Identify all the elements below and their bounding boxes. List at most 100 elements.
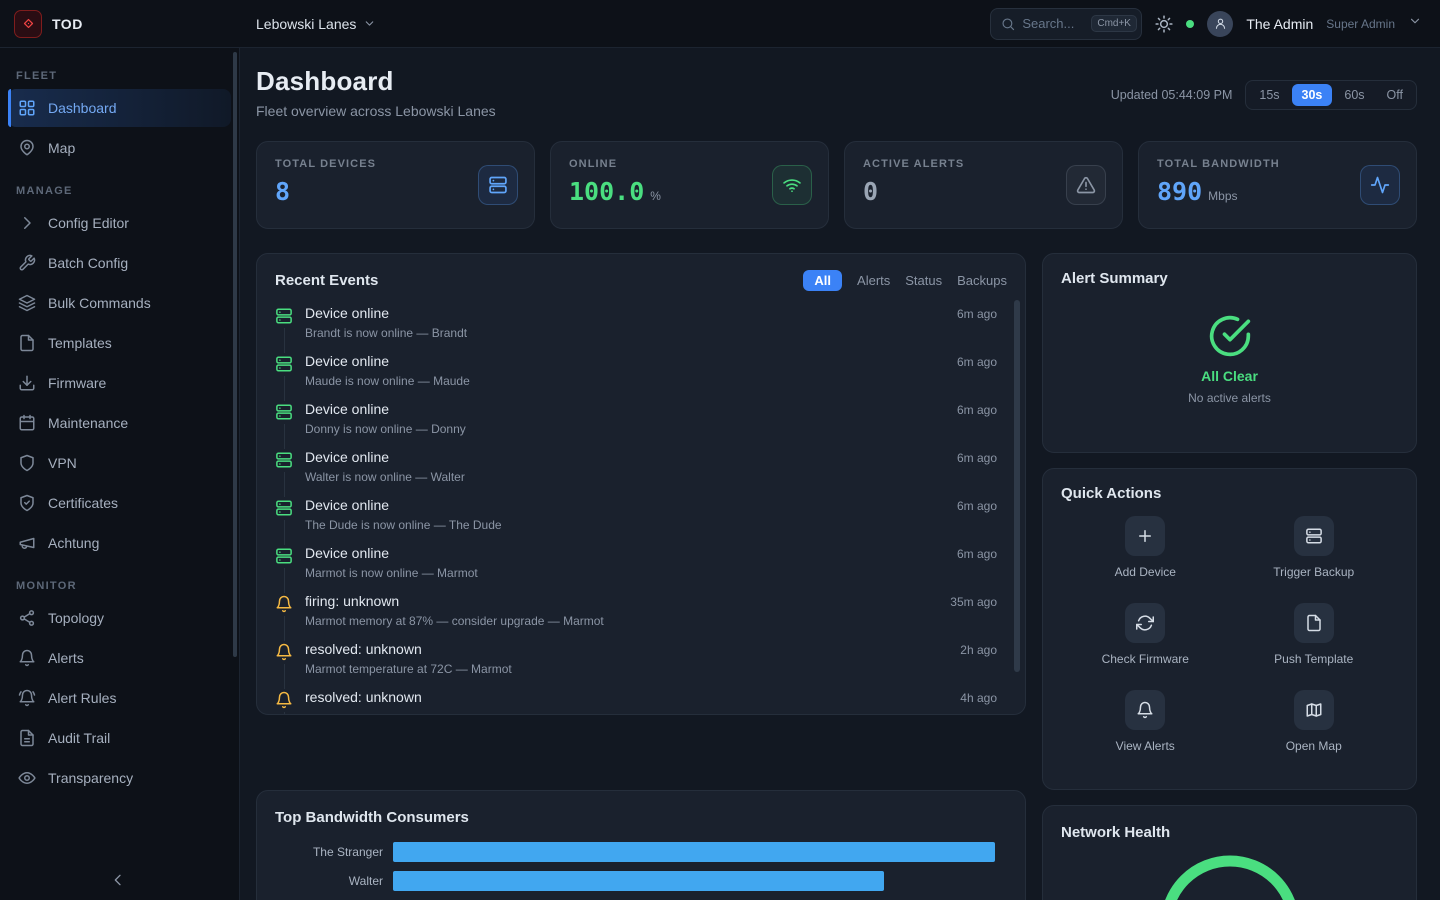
quick-action-label: View Alerts <box>1116 739 1175 753</box>
quick-action-check-firmware[interactable]: Check Firmware <box>1061 603 1230 666</box>
sidebar-item-vpn[interactable]: VPN <box>8 444 231 482</box>
sidebar-item-label: Bulk Commands <box>48 295 151 311</box>
quick-action-push-template[interactable]: Push Template <box>1230 603 1399 666</box>
calendar-icon <box>18 414 36 432</box>
event-detail: Marmot memory at 87% — consider upgrade … <box>305 614 938 628</box>
sidebar-item-audit-trail[interactable]: Audit Trail <box>8 719 231 757</box>
event-row[interactable]: Device online Donny is now online — Donn… <box>275 401 997 449</box>
recent-events-title: Recent Events <box>275 272 378 289</box>
sidebar-item-bulk-commands[interactable]: Bulk Commands <box>8 284 231 322</box>
events-scrollbar[interactable] <box>1014 300 1020 672</box>
refresh-30s-button[interactable]: 30s <box>1292 84 1333 106</box>
avatar[interactable] <box>1207 11 1233 37</box>
sidebar-item-topology[interactable]: Topology <box>8 599 231 637</box>
sidebar-item-label: Audit Trail <box>48 730 110 746</box>
quick-action-add-device[interactable]: Add Device <box>1061 516 1230 579</box>
megaphone-icon <box>18 534 36 552</box>
sidebar-item-templates[interactable]: Templates <box>8 324 231 362</box>
network-health-title: Network Health <box>1061 824 1398 841</box>
network-health-card: Network Health 100 <box>1042 805 1417 900</box>
stat-card-total-devices: TOTAL DEVICES 8 <box>256 141 535 229</box>
theme-toggle-button[interactable] <box>1155 15 1173 33</box>
network-health-gauge: 100 <box>1155 850 1305 900</box>
event-title: resolved: unknown <box>305 641 948 659</box>
sidebar-item-maintenance[interactable]: Maintenance <box>8 404 231 442</box>
bell-icon <box>1136 701 1154 719</box>
last-updated-text: Updated 05:44:09 PM <box>1111 88 1233 102</box>
sidebar-item-firmware[interactable]: Firmware <box>8 364 231 402</box>
event-row[interactable]: Device online The Dude is now online — T… <box>275 497 997 545</box>
event-row[interactable]: Device online Maude is now online — Maud… <box>275 353 997 401</box>
event-row[interactable]: Device online Marmot is now online — Mar… <box>275 545 997 593</box>
sidebar-item-dashboard[interactable]: Dashboard <box>8 89 231 127</box>
diamond-logo-icon <box>21 16 36 31</box>
sidebar: FLEET Dashboard Map MANAGE Config Editor… <box>0 48 240 900</box>
server-icon <box>1305 527 1323 545</box>
sidebar-item-label: Achtung <box>48 535 99 551</box>
map-pin-icon <box>18 139 36 157</box>
tab-status[interactable]: Status <box>905 270 942 291</box>
refresh-15s-button[interactable]: 15s <box>1249 84 1289 106</box>
event-row[interactable]: firing: unknown Marmot memory at 87% — c… <box>275 593 997 641</box>
sidebar-item-alerts[interactable]: Alerts <box>8 639 231 677</box>
sidebar-item-transparency[interactable]: Transparency <box>8 759 231 797</box>
event-title: Device online <box>305 305 945 323</box>
event-row[interactable]: Device online Brandt is now online — Bra… <box>275 305 997 353</box>
sidebar-item-config-editor[interactable]: Config Editor <box>8 204 231 242</box>
bell-icon <box>275 595 293 613</box>
map-icon <box>1305 701 1323 719</box>
user-menu-button[interactable] <box>1408 14 1422 33</box>
tab-alerts[interactable]: Alerts <box>857 270 890 291</box>
sidebar-item-label: Topology <box>48 610 104 626</box>
quick-actions-grid: Add Device Trigger Backup Check Firmware… <box>1061 516 1398 753</box>
refresh-off-button[interactable]: Off <box>1377 84 1413 106</box>
bandwidth-row: The Stranger <box>275 842 1007 862</box>
brand: TOD <box>0 10 240 38</box>
sidebar-item-label: Alert Rules <box>48 690 116 706</box>
sidebar-item-alert-rules[interactable]: Alert Rules <box>8 679 231 717</box>
sidebar-item-achtung[interactable]: Achtung <box>8 524 231 562</box>
event-title: Device online <box>305 353 945 371</box>
sidebar-item-batch-config[interactable]: Batch Config <box>8 244 231 282</box>
bandwidth-device-label: Walter <box>275 874 383 888</box>
quick-action-trigger-backup[interactable]: Trigger Backup <box>1230 516 1399 579</box>
bandwidth-bar-track <box>393 842 1007 862</box>
bandwidth-device-label: The Stranger <box>275 845 383 859</box>
shield-check-icon <box>18 494 36 512</box>
collapse-sidebar-button[interactable] <box>0 860 235 900</box>
bandwidth-bar <box>393 842 995 862</box>
app-logo[interactable] <box>14 10 42 38</box>
quick-action-open-map[interactable]: Open Map <box>1230 690 1399 753</box>
tab-all[interactable]: All <box>803 270 842 291</box>
chevron-down-icon <box>1408 14 1422 28</box>
page-header: Dashboard Fleet overview across Lebowski… <box>256 66 1417 119</box>
bell-icon <box>275 643 293 661</box>
sidebar-section-fleet: FLEET <box>16 70 223 82</box>
search-input[interactable] <box>1022 16 1084 31</box>
event-time: 35m ago <box>950 593 997 641</box>
event-row[interactable]: Device online Walter is now online — Wal… <box>275 449 997 497</box>
sidebar-item-label: Batch Config <box>48 255 128 271</box>
tab-backups[interactable]: Backups <box>957 270 1007 291</box>
event-time: 6m ago <box>957 449 997 497</box>
stat-value: 8 <box>275 179 290 204</box>
search-box[interactable]: Cmd+K <box>990 8 1142 40</box>
sun-icon <box>1155 15 1173 33</box>
events-list[interactable]: Device online Brandt is now online — Bra… <box>257 303 1025 714</box>
bell-icon <box>18 649 36 667</box>
quick-action-view-alerts[interactable]: View Alerts <box>1061 690 1230 753</box>
bell-ring-icon <box>18 689 36 707</box>
quick-action-label: Open Map <box>1286 739 1342 753</box>
event-row[interactable]: resolved: unknown 4h ago <box>275 689 997 714</box>
events-filter-tabs: All Alerts Status Backups <box>803 270 1007 291</box>
org-switcher[interactable]: Lebowski Lanes <box>256 16 376 32</box>
server-icon <box>488 175 508 195</box>
event-row[interactable]: resolved: unknown Marmot temperature at … <box>275 641 997 689</box>
sidebar-item-certificates[interactable]: Certificates <box>8 484 231 522</box>
refresh-60s-button[interactable]: 60s <box>1334 84 1374 106</box>
bandwidth-row: Walter <box>275 871 1007 891</box>
app-name: TOD <box>52 16 83 32</box>
sidebar-scrollbar[interactable] <box>233 52 237 657</box>
sidebar-item-map[interactable]: Map <box>8 129 231 167</box>
quick-action-label: Push Template <box>1274 652 1353 666</box>
